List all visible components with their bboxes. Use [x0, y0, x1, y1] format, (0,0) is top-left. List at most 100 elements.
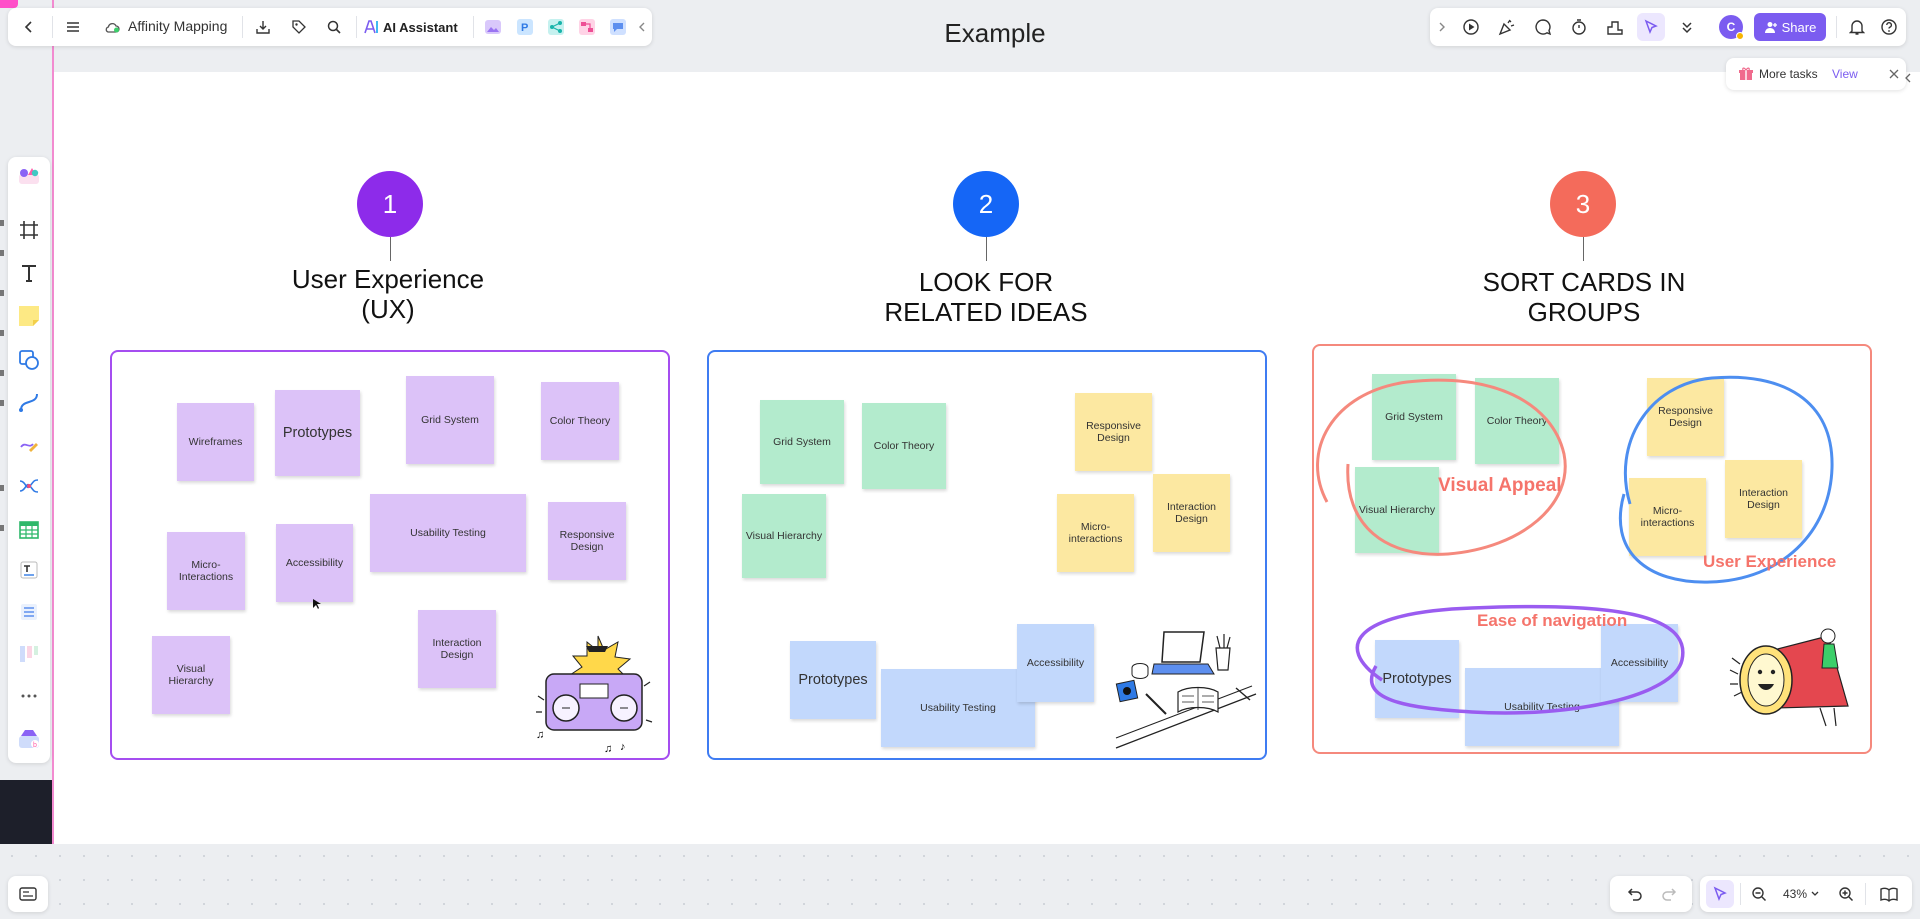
- sticky-note[interactable]: Visual Hierarchy: [742, 494, 826, 578]
- zoom-out-button[interactable]: [1746, 881, 1772, 907]
- expand-toolbar-button[interactable]: [1434, 14, 1450, 40]
- kanban-icon: [20, 646, 38, 662]
- apps-tool[interactable]: b: [16, 725, 42, 751]
- gift-icon: [1739, 67, 1753, 80]
- text-block-tool[interactable]: [16, 557, 42, 583]
- sticky-note[interactable]: Interaction Design: [1153, 474, 1230, 552]
- redo-button[interactable]: [1656, 881, 1682, 907]
- timer-button[interactable]: [1566, 14, 1592, 40]
- panel-tick: [0, 400, 4, 406]
- step-2-circle[interactable]: 2: [953, 171, 1019, 237]
- app-window: Affinity Mapping AI Assistant P Example …: [0, 0, 1920, 919]
- sticky-note[interactable]: Visual Hierarchy: [152, 636, 230, 714]
- present-button[interactable]: [1458, 14, 1484, 40]
- hamburger-icon: [67, 22, 79, 32]
- more-tools-button[interactable]: [16, 683, 42, 709]
- board-title[interactable]: Example: [900, 18, 1090, 49]
- pen-tool[interactable]: [16, 431, 42, 457]
- image-tool-button[interactable]: [482, 16, 504, 38]
- guide-button[interactable]: [1876, 881, 1902, 907]
- help-icon: [1881, 19, 1897, 35]
- zoom-level-dropdown[interactable]: 43%: [1778, 881, 1824, 907]
- minimap-button[interactable]: [15, 881, 41, 907]
- megaphone-illustration: [1729, 628, 1849, 727]
- mouse-cursor-icon: [313, 599, 321, 609]
- select-tool-button[interactable]: [1706, 880, 1734, 908]
- search-button[interactable]: [321, 14, 347, 40]
- sticky-note[interactable]: Responsive Design: [1075, 393, 1152, 471]
- step-2-heading[interactable]: LOOK FOR RELATED IDEAS: [836, 267, 1136, 327]
- group-label-visual-appeal[interactable]: Visual Appeal: [1438, 475, 1562, 497]
- close-tasks-button[interactable]: [1886, 66, 1902, 82]
- file-name[interactable]: Affinity Mapping: [128, 18, 227, 34]
- kanban-tool[interactable]: [16, 641, 42, 667]
- zoom-in-button[interactable]: [1833, 881, 1859, 907]
- sticky-note[interactable]: Accessibility: [276, 524, 353, 602]
- close-icon: [1889, 69, 1899, 79]
- cloud-icon: [105, 22, 120, 33]
- sticky-note[interactable]: Responsive Design: [548, 502, 626, 580]
- panel-tick: [0, 250, 4, 256]
- collapse-toolbar-button[interactable]: [635, 16, 649, 38]
- ai-assistant-label: AI Assistant: [383, 19, 458, 35]
- list-tool[interactable]: [16, 599, 42, 625]
- celebrate-button[interactable]: [1494, 14, 1520, 40]
- corner-marker: [0, 0, 18, 8]
- sticky-note[interactable]: Color Theory: [541, 382, 619, 460]
- connector-tool[interactable]: [16, 389, 42, 415]
- shape-tool[interactable]: [16, 347, 42, 373]
- sticky-note[interactable]: Usability Testing: [881, 669, 1035, 747]
- sticky-note[interactable]: Micro-interactions: [1057, 494, 1134, 572]
- more-tools-button[interactable]: [1674, 14, 1700, 40]
- sticky-note[interactable]: Wireframes: [177, 403, 254, 481]
- sticky-note[interactable]: Interaction Design: [418, 610, 496, 688]
- step-1-heading-line1: User Experience: [291, 264, 485, 294]
- flowchart-tool-button[interactable]: [576, 16, 598, 38]
- step-2-heading-line2: RELATED IDEAS: [884, 297, 1088, 327]
- mindmap-tool-button[interactable]: [545, 16, 567, 38]
- tasks-view-link[interactable]: View: [1832, 67, 1858, 81]
- step-3-circle[interactable]: 3: [1550, 171, 1616, 237]
- top-right-toolbar: C Share: [1430, 8, 1906, 46]
- side-collapse-button[interactable]: [1902, 70, 1914, 86]
- mindmap-tool[interactable]: [16, 473, 42, 499]
- sticky-note-tool[interactable]: [16, 303, 42, 329]
- sticky-note[interactable]: Prototypes: [790, 641, 876, 719]
- sticky-note[interactable]: Color Theory: [862, 403, 946, 489]
- step-3-heading[interactable]: SORT CARDS IN GROUPS: [1434, 267, 1734, 327]
- comment-tool-button[interactable]: [607, 16, 629, 38]
- templates-tool[interactable]: [16, 163, 42, 189]
- text-tool[interactable]: [16, 260, 42, 286]
- comment-icon: [1535, 19, 1552, 36]
- vote-button[interactable]: [1602, 14, 1628, 40]
- presentation-tool-button[interactable]: P: [514, 16, 536, 38]
- sticky-note[interactable]: Accessibility: [1017, 624, 1094, 702]
- presentation-icon: P: [517, 19, 533, 35]
- step-1-circle[interactable]: 1: [357, 171, 423, 237]
- divider: [52, 16, 53, 38]
- table-tool[interactable]: [16, 517, 42, 543]
- step-3-heading-line1: SORT CARDS IN: [1482, 267, 1686, 297]
- group-label-ease-of-navigation[interactable]: Ease of navigation: [1477, 611, 1627, 631]
- group-label-user-experience[interactable]: User Experience: [1703, 552, 1836, 572]
- undo-button[interactable]: [1622, 881, 1648, 907]
- notifications-button[interactable]: [1844, 14, 1870, 40]
- share-button[interactable]: Share: [1754, 13, 1826, 41]
- sticky-note[interactable]: Grid System: [760, 400, 844, 484]
- menu-button[interactable]: [60, 14, 86, 40]
- ai-assistant-button[interactable]: AI Assistant: [364, 14, 464, 40]
- sticky-note[interactable]: Prototypes: [275, 390, 360, 476]
- tag-button[interactable]: [286, 14, 312, 40]
- help-button[interactable]: [1876, 14, 1902, 40]
- step-1-heading[interactable]: User Experience (UX): [238, 264, 538, 324]
- download-button[interactable]: [250, 14, 276, 40]
- back-button[interactable]: [16, 14, 42, 40]
- sticky-note[interactable]: Micro- Interactions: [167, 532, 245, 610]
- sticky-note[interactable]: Grid System: [406, 376, 494, 464]
- sticky-note[interactable]: Usability Testing: [370, 494, 526, 572]
- step-1-heading-line2: (UX): [361, 294, 415, 324]
- comments-button[interactable]: [1530, 14, 1556, 40]
- shapes-icon: [19, 350, 39, 370]
- follow-cursor-button[interactable]: [1637, 13, 1665, 41]
- frame-tool[interactable]: [16, 217, 42, 243]
